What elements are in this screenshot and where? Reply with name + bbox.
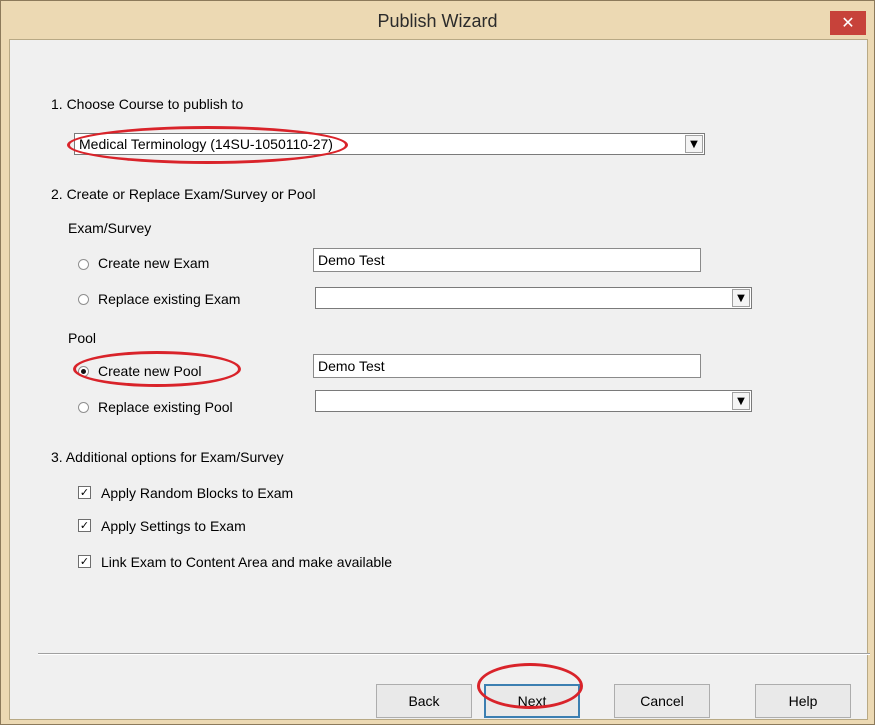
replace-exam-radio[interactable] (78, 294, 89, 305)
apply-settings-checkbox[interactable]: ✓ (78, 519, 91, 532)
create-exam-radio[interactable] (78, 259, 89, 270)
section1-heading: 1. Choose Course to publish to (51, 96, 244, 112)
create-pool-radio[interactable] (78, 366, 89, 377)
existing-exam-select[interactable]: ▼ (315, 287, 752, 309)
back-button[interactable]: Back (376, 684, 472, 718)
help-button[interactable]: Help (755, 684, 851, 718)
course-select-value: Medical Terminology (14SU-1050110-27) (79, 136, 333, 152)
cancel-button[interactable]: Cancel (614, 684, 710, 718)
exam-survey-group-label: Exam/Survey (68, 220, 152, 236)
pool-group-label: Pool (68, 330, 97, 346)
pool-name-input[interactable] (314, 355, 700, 377)
title-bar[interactable]: Publish Wizard ✕ (1, 1, 874, 41)
pool-name-field[interactable] (313, 354, 701, 378)
checkmark-icon: ✓ (79, 519, 90, 532)
course-select[interactable]: Medical Terminology (14SU-1050110-27) ▼ (74, 133, 705, 155)
footer-divider (38, 653, 870, 655)
close-icon: ✕ (841, 13, 855, 32)
publish-wizard-window: Publish Wizard ✕ 1. Choose Course to pub… (0, 0, 875, 725)
replace-pool-label[interactable]: Replace existing Pool (98, 399, 233, 415)
replace-pool-radio[interactable] (78, 402, 89, 413)
chevron-down-icon[interactable]: ▼ (732, 289, 750, 307)
section2-heading: 2. Create or Replace Exam/Survey or Pool (51, 186, 316, 202)
random-blocks-label[interactable]: Apply Random Blocks to Exam (101, 485, 293, 501)
checkmark-icon: ✓ (79, 486, 90, 499)
checkmark-icon: ✓ (79, 555, 90, 568)
link-content-area-checkbox[interactable]: ✓ (78, 555, 91, 568)
existing-pool-select[interactable]: ▼ (315, 390, 752, 412)
wizard-body: 1. Choose Course to publish to Medical T… (9, 39, 870, 720)
create-pool-label[interactable]: Create new Pool (98, 363, 202, 379)
next-button[interactable]: Next (484, 684, 580, 718)
random-blocks-checkbox[interactable]: ✓ (78, 486, 91, 499)
window-title: Publish Wizard (377, 11, 498, 31)
link-content-area-label[interactable]: Link Exam to Content Area and make avail… (101, 554, 392, 570)
exam-name-field[interactable] (313, 248, 701, 272)
chevron-down-icon[interactable]: ▼ (685, 135, 703, 153)
chevron-down-icon[interactable]: ▼ (732, 392, 750, 410)
section3-heading: 3. Additional options for Exam/Survey (51, 449, 284, 465)
apply-settings-label[interactable]: Apply Settings to Exam (101, 518, 246, 534)
close-button[interactable]: ✕ (830, 11, 866, 35)
replace-exam-label[interactable]: Replace existing Exam (98, 291, 240, 307)
exam-name-input[interactable] (314, 249, 700, 271)
create-exam-label[interactable]: Create new Exam (98, 255, 209, 271)
